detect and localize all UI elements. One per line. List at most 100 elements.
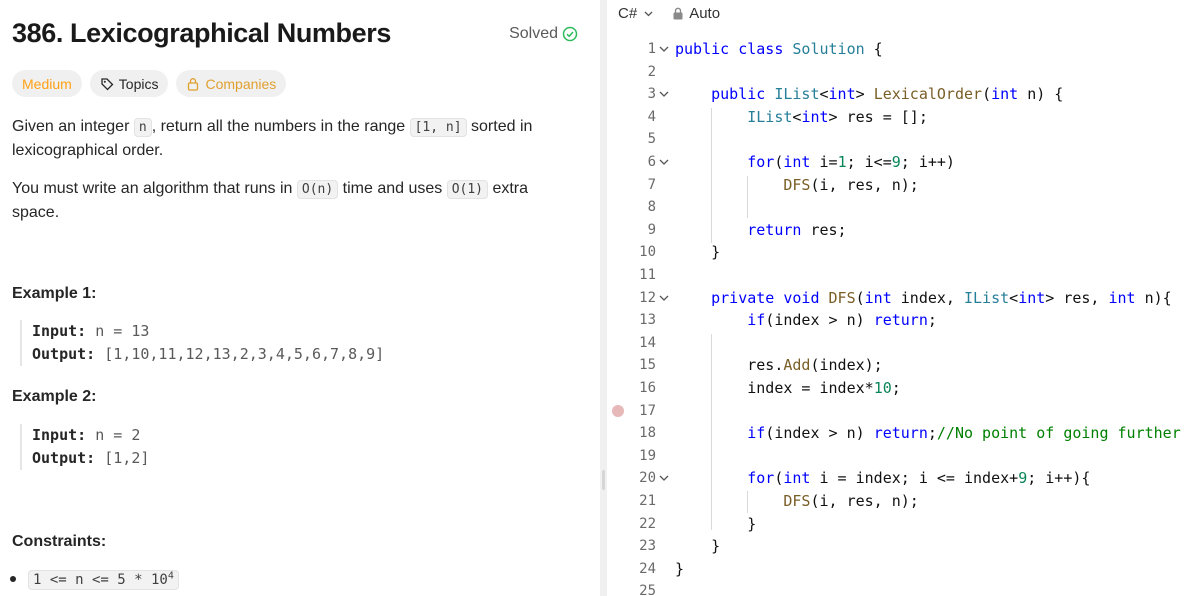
constraint-text: 1 <= n <= 5 * 10	[33, 571, 168, 588]
code-line[interactable]: 13 if(index > n) return;	[607, 309, 1200, 332]
code-line[interactable]: 23 }	[607, 535, 1200, 558]
line-number: 14	[639, 334, 656, 351]
code-line[interactable]: 6 for(int i=1; i<=9; i++)	[607, 151, 1200, 174]
mode-label: Auto	[689, 4, 721, 22]
desc-text: time and uses	[338, 180, 447, 197]
code-line[interactable]: 22 }	[607, 513, 1200, 536]
code-line[interactable]: 1 public class Solution {	[607, 38, 1200, 61]
line-number: 2	[647, 63, 656, 80]
line-number: 13	[639, 312, 656, 329]
line-number: 9	[647, 221, 656, 238]
problem-panel: 386. Lexicographical Numbers Solved Medi…	[0, 0, 600, 596]
description-paragraph-1: Given an integer n, return all the numbe…	[12, 115, 572, 162]
problem-title: 386. Lexicographical Numbers	[12, 18, 391, 48]
code-text: }	[675, 559, 685, 578]
panel-divider[interactable]	[600, 0, 607, 596]
drag-handle[interactable]	[602, 470, 605, 490]
code-text: index = index*10;	[675, 379, 901, 397]
input-value: n = 13	[86, 322, 150, 340]
tag-icon	[101, 77, 114, 90]
bullet	[10, 576, 16, 582]
code-text: IList<int> res = [];	[747, 107, 928, 126]
line-number: 8	[647, 199, 656, 216]
inline-code: [1, n]	[409, 118, 467, 137]
constraint-exponent: 4	[167, 570, 174, 581]
code-line[interactable]: 7 DFS(i, res, n);	[607, 174, 1200, 197]
code-text: private void DFS(int index, IList<int> r…	[711, 288, 1172, 307]
auto-mode[interactable]: Auto	[672, 5, 720, 22]
code-text: DFS(i, res, n);	[783, 492, 919, 510]
output-label: Output:	[32, 345, 96, 363]
line-number: 5	[647, 131, 656, 148]
lock-icon	[673, 7, 683, 19]
code-text: }	[675, 537, 721, 556]
check-circle-icon	[562, 26, 578, 42]
code-editor-panel: C# Auto 1 public class Solution { 2 3 publi…	[607, 0, 1200, 596]
code-line[interactable]: 20 for(int i = index; i <= index+9; i++)…	[607, 467, 1200, 490]
code-line[interactable]: 11	[607, 264, 1200, 287]
tag-bar: Medium Topics Companies	[12, 70, 287, 97]
code-line[interactable]: 3 public IList<int> LexicalOrder(int n) …	[607, 83, 1200, 106]
line-number: 4	[647, 108, 656, 125]
desc-text: , return all the numbers in the range	[151, 118, 410, 135]
inline-code: n	[133, 118, 152, 137]
line-number: 1	[647, 41, 656, 57]
output-label: Output:	[32, 449, 96, 467]
code-line[interactable]: 17	[607, 400, 1200, 423]
fold-chevron-icon[interactable]	[658, 43, 670, 55]
code-line[interactable]: 10 }	[607, 241, 1200, 264]
code-text: for(int i=1; i<=9; i++)	[747, 153, 955, 171]
example-2-title: Example 2:	[12, 388, 97, 405]
fold-chevron-icon[interactable]	[658, 292, 670, 304]
line-number: 16	[639, 380, 656, 396]
code-line[interactable]: 8	[607, 196, 1200, 219]
code-text: for(int i = index; i <= index+9; i++){	[747, 469, 1091, 488]
line-number: 15	[639, 357, 656, 374]
output-value: [1,2]	[95, 449, 150, 467]
code-line[interactable]: 14	[607, 332, 1200, 355]
code-line[interactable]: 24}	[607, 558, 1200, 581]
fold-chevron-icon[interactable]	[658, 472, 670, 484]
code-line[interactable]: 12 private void DFS(int index, IList<int…	[607, 287, 1200, 310]
constraint-code: 1 <= n <= 5 * 104	[28, 569, 179, 590]
code-line[interactable]: 25	[607, 580, 1200, 596]
topics-label: Topics	[118, 75, 159, 92]
companies-tag[interactable]: Companies	[176, 70, 287, 97]
line-number: 7	[647, 176, 656, 193]
topics-tag[interactable]: Topics	[89, 70, 169, 97]
code-line[interactable]: 16 index = index*10;	[607, 377, 1200, 400]
solved-status: Solved	[509, 25, 578, 43]
fold-chevron-icon[interactable]	[658, 156, 670, 168]
example-output-line: Output: [1,2]	[32, 447, 149, 470]
description-paragraph-2: You must write an algorithm that runs in…	[12, 177, 572, 224]
example-output-line: Output: [1,10,11,12,13,2,3,4,5,6,7,8,9]	[32, 343, 384, 366]
code-text: }	[675, 243, 721, 262]
inline-code: O(1)	[446, 180, 489, 199]
example-1-title: Example 1:	[12, 285, 97, 302]
input-label: Input:	[32, 426, 87, 444]
fold-chevron-icon[interactable]	[658, 88, 670, 100]
language-selector[interactable]: C#	[618, 5, 654, 22]
solved-label: Solved	[509, 25, 558, 42]
line-number: 10	[639, 244, 656, 261]
line-number: 19	[639, 447, 656, 464]
code-text: }	[675, 514, 757, 533]
code-line[interactable]: 9 return res;	[607, 219, 1200, 242]
code-line[interactable]: 19	[607, 445, 1200, 468]
example-2-block: Input: n = 2 Output: [1,2]	[20, 424, 149, 470]
editor-toolbar: C# Auto	[607, 0, 1200, 26]
code-line[interactable]: 5	[607, 128, 1200, 151]
code-text: if(index > n) return;	[747, 311, 937, 330]
code-line[interactable]: 2	[607, 61, 1200, 84]
line-number: 20	[639, 470, 656, 487]
code-line[interactable]: 4 IList<int> res = [];	[607, 106, 1200, 129]
example-input-line: Input: n = 13	[32, 320, 384, 343]
code-line[interactable]: 15 res.Add(index);	[607, 354, 1200, 377]
code-line[interactable]: 18 if(index > n) return;//No point of go…	[607, 422, 1200, 445]
desc-text: Given an integer	[12, 118, 134, 135]
difficulty-tag[interactable]: Medium	[12, 70, 82, 97]
code-line[interactable]: 21 DFS(i, res, n);	[607, 490, 1200, 513]
example-1-block: Input: n = 13 Output: [1,10,11,12,13,2,3…	[20, 320, 384, 366]
line-number: 25	[639, 583, 656, 596]
constraint-item: 1 <= n <= 5 * 104	[28, 569, 179, 590]
